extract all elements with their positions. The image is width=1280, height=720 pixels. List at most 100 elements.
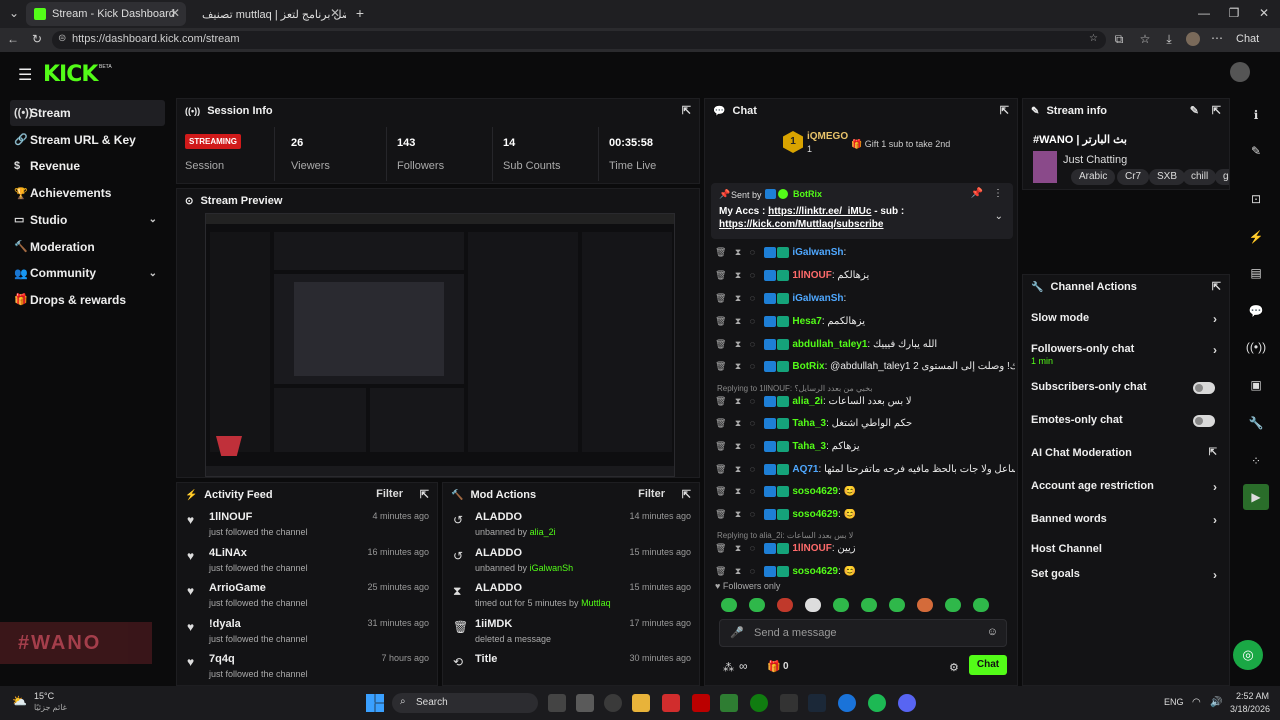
chat-username[interactable]: soso4629: [792, 486, 838, 497]
favorite-icon[interactable]: ☆: [1089, 33, 1098, 44]
mod-tools-icon[interactable]: 🗑 ⧗ ◌: [715, 544, 764, 554]
mod-action-target[interactable]: ALADDO: [475, 547, 522, 559]
mod-action-target[interactable]: 1iiMDK: [475, 618, 512, 630]
stream-tag[interactable]: Arabic: [1071, 169, 1116, 185]
mod-tools-icon[interactable]: 🗑 ⧗ ◌: [715, 316, 764, 326]
language-indicator[interactable]: ENG: [1164, 697, 1184, 707]
channel-points-icon[interactable]: ⁂: [723, 661, 734, 674]
chat-message[interactable]: 🗑 ⧗ ◌ iGalwanSh:: [715, 293, 1015, 315]
chat-message[interactable]: 🗑 ⧗ ◌ Taha_3: يزهاكم: [715, 441, 1015, 463]
mod-tools-icon[interactable]: 🗑 ⧗ ◌: [715, 396, 764, 406]
emote-icon[interactable]: [749, 597, 765, 612]
pinned-message[interactable]: 📌 Sent by BotRix 📌 ⋮ My Accs : https://l…: [711, 183, 1013, 239]
sidebar-item-stream-url-key[interactable]: 🔗 Stream URL & Key: [10, 127, 165, 153]
flash-icon[interactable]: ⚡: [1243, 224, 1269, 250]
back-icon[interactable]: ←: [6, 32, 20, 46]
hamburger-menu-icon[interactable]: ☰: [18, 65, 32, 85]
more-menu-icon[interactable]: ⋯: [1210, 31, 1224, 45]
mod-tools-icon[interactable]: 🗑 ⧗ ◌: [715, 509, 764, 519]
emote-icon[interactable]: [833, 597, 849, 612]
chat-username[interactable]: alia_2i: [792, 396, 823, 407]
channel-action-banned-words[interactable]: Banned words ›: [1031, 513, 1221, 537]
steam-icon[interactable]: [808, 694, 826, 712]
profile-avatar[interactable]: [1186, 32, 1200, 46]
activity-username[interactable]: 7q4q: [209, 653, 235, 665]
mod-tools-icon[interactable]: 🗑 ⧗ ◌: [715, 486, 764, 496]
stream-tag[interactable]: chill: [1183, 169, 1217, 185]
gift-sub-cta[interactable]: 🎁 Gift 1 sub to take 2nd: [851, 139, 950, 150]
discord-icon[interactable]: [898, 694, 916, 712]
windows-start-icon[interactable]: [366, 694, 384, 712]
chat-username[interactable]: Hesa7: [792, 316, 821, 327]
sidebar-item-drops-rewards[interactable]: 🎁 Drops & rewards: [10, 287, 165, 313]
pin-toggle-icon[interactable]: 📌: [971, 188, 983, 199]
expand-icon[interactable]: ⇱: [420, 488, 429, 501]
chat-username[interactable]: Taha_3: [792, 441, 826, 452]
channel-action-emotes-only-chat[interactable]: Emotes-only chat: [1031, 414, 1221, 438]
mod-tools-icon[interactable]: 🗑 ⧗ ◌: [715, 464, 764, 474]
edge-icon[interactable]: [838, 694, 856, 712]
chat-message[interactable]: 🗑 ⧗ ◌ soso4629: 😊: [715, 486, 1015, 508]
emote-icon[interactable]: [805, 597, 821, 612]
mod-action-target[interactable]: ALADDO: [475, 511, 522, 523]
chat-input[interactable]: 🎤 Send a message ☺: [719, 619, 1007, 647]
external-link-icon[interactable]: ⇱: [1209, 447, 1217, 458]
downloads-icon[interactable]: ⤓: [1162, 32, 1176, 47]
mod-tools-icon[interactable]: 🗑 ⧗ ◌: [715, 419, 764, 429]
mod-action-by[interactable]: alia_2i: [530, 527, 556, 537]
chevron-right-icon[interactable]: ›: [1213, 568, 1217, 582]
support-icon[interactable]: ◎: [1233, 640, 1263, 670]
chat-settings-icon[interactable]: ⚙: [949, 661, 959, 674]
emote-icon[interactable]: [945, 597, 961, 612]
pinned-sender[interactable]: BotRix: [793, 189, 822, 199]
favorites-bar-icon[interactable]: ☆: [1138, 32, 1152, 46]
kick-logo[interactable]: KICK: [43, 62, 98, 87]
mod-action-target[interactable]: ALADDO: [475, 582, 522, 594]
channel-action-followers-only-chat[interactable]: Followers-only chat 1 min ›: [1031, 343, 1221, 367]
mod-action-target[interactable]: Title: [475, 653, 497, 665]
chat-message[interactable]: 🗑 ⧗ ◌ 1llNOUF: يزهالكم: [715, 270, 1015, 292]
chat-message[interactable]: 🗑 ⧗ ◌ alia_2i: لا بس بعدد الساعات: [715, 395, 1015, 418]
mod-action-by[interactable]: Muttlaq: [581, 598, 611, 608]
file-explorer-icon[interactable]: [632, 694, 650, 712]
chat-username[interactable]: 1llNOUF: [792, 544, 831, 555]
sidebar-item-stream[interactable]: ((•)) Stream: [10, 100, 165, 126]
emote-icon[interactable]: [861, 597, 877, 612]
task-view-icon[interactable]: [548, 694, 566, 712]
chat-message[interactable]: 🗑 ⧗ ◌ iGalwanSh:: [715, 247, 1015, 269]
chat-message[interactable]: 🗑 ⧗ ◌ Taha_3: حكم الواطي اشتغل: [715, 418, 1015, 440]
pinned-link-linktree[interactable]: https://linktr.ee/_iMUc: [768, 206, 871, 217]
toggle-switch[interactable]: [1193, 414, 1215, 427]
reload-icon[interactable]: ↻: [30, 32, 44, 46]
mod-tools-icon[interactable]: 🗑 ⧗ ◌: [715, 247, 764, 257]
xbox-icon[interactable]: [750, 694, 768, 712]
expand-icon[interactable]: ⇱: [682, 488, 691, 501]
close-tab-icon[interactable]: ✕: [330, 6, 340, 20]
app-icon[interactable]: [604, 694, 622, 712]
emote-icon[interactable]: [777, 597, 793, 612]
channel-action-ai-chat-moderation[interactable]: AI Chat Moderation ⇱: [1031, 447, 1221, 471]
microphone-icon[interactable]: 🎤: [730, 626, 744, 639]
mod-tools-icon[interactable]: 🗑 ⧗ ◌: [715, 361, 764, 371]
sidebar-item-achievements[interactable]: 🏆 Achievements: [10, 180, 165, 206]
gifter-name[interactable]: iQMEGO: [807, 131, 848, 142]
extensions-icon[interactable]: ⧉: [1112, 32, 1126, 47]
channel-action-set-goals[interactable]: Set goals ›: [1031, 568, 1221, 592]
mod-tools-icon[interactable]: 🗑 ⧗ ◌: [715, 293, 764, 303]
close-tab-icon[interactable]: ✕: [170, 6, 180, 20]
media-icon[interactable]: ▶: [1243, 484, 1269, 510]
chat-message[interactable]: 🗑 ⧗ ◌ soso4629: 😊: [715, 508, 1015, 531]
chevron-right-icon[interactable]: ›: [1213, 513, 1217, 527]
activity-username[interactable]: 4LiNAx: [209, 547, 247, 559]
emote-icon[interactable]: [889, 597, 905, 612]
chat-message[interactable]: 🗑 ⧗ ◌ 1llNOUF: زيين: [715, 543, 1015, 565]
chevron-down-icon[interactable]: ⌄: [995, 211, 1003, 222]
expand-icon[interactable]: ⇱: [1000, 104, 1009, 117]
expand-icon[interactable]: ⇱: [682, 104, 691, 117]
chat-username[interactable]: Taha_3: [792, 419, 826, 430]
weather-icon[interactable]: ⛅: [12, 694, 27, 708]
more-options-icon[interactable]: ⋮: [993, 188, 1003, 199]
chevron-right-icon[interactable]: ›: [1213, 343, 1217, 357]
channel-action-account-age-restriction[interactable]: Account age restriction ›: [1031, 480, 1221, 504]
mod-action-by[interactable]: iGalwanSh: [530, 563, 574, 573]
